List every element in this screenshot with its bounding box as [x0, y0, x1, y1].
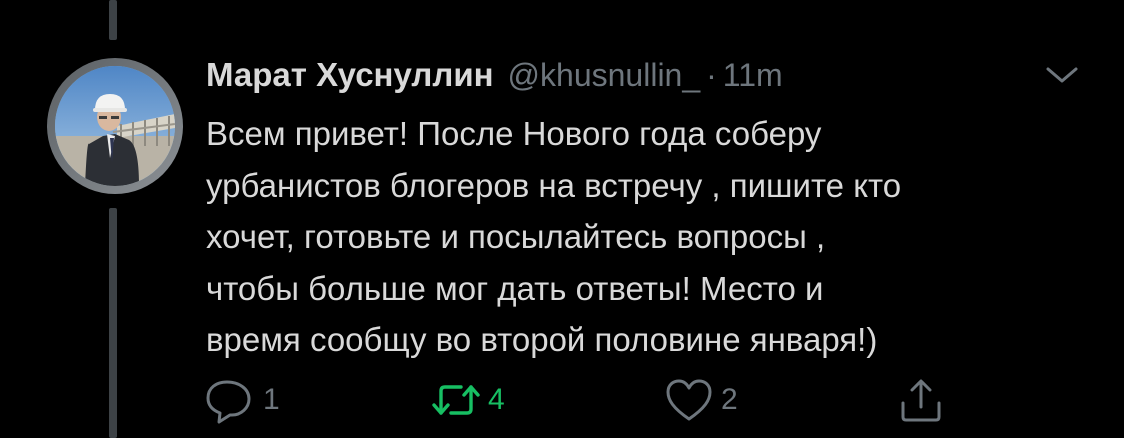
- tweet-text: Всем привет! После Нового года соберу ур…: [206, 108, 1086, 366]
- reply-count: 1: [263, 383, 280, 416]
- avatar[interactable]: [55, 66, 175, 186]
- thread-line-bottom: [109, 208, 117, 438]
- tweet-timestamp[interactable]: 11m: [723, 57, 783, 94]
- tweet-text-line: Всем привет! После Нового года соберу: [206, 115, 822, 152]
- retweet-count: 4: [488, 383, 505, 416]
- tweet-actions: 1 4 2: [205, 375, 965, 425]
- chevron-down-icon[interactable]: [1042, 64, 1082, 88]
- share-icon: [901, 379, 941, 422]
- tweet-text-line: хочет, готовьте и посылайтесь вопросы ,: [206, 218, 826, 255]
- reply-button[interactable]: 1: [205, 375, 280, 425]
- tweet-text-line: время сообщу во второй половине января!): [206, 321, 878, 358]
- author-handle[interactable]: @khusnullin_: [508, 57, 701, 94]
- reply-icon: [206, 380, 251, 424]
- like-count: 2: [721, 383, 738, 416]
- author-name[interactable]: Марат Хуснуллин: [206, 56, 494, 94]
- heart-icon: [666, 379, 712, 421]
- thread-line-top: [109, 0, 117, 40]
- retweet-icon: [432, 385, 480, 415]
- avatar-photo: [55, 66, 175, 186]
- share-button[interactable]: [895, 375, 947, 425]
- like-button[interactable]: 2: [663, 375, 738, 425]
- tweet-header: Марат Хуснуллин @khusnullin_ · 11m: [206, 56, 783, 100]
- separator-dot: ·: [706, 57, 717, 93]
- tweet-text-line: чтобы больше мог дать ответы! Место и: [206, 269, 824, 307]
- retweet-button[interactable]: 4: [430, 375, 505, 425]
- tweet-text-line: урбанистов блогеров на встречу , пишите …: [206, 166, 902, 204]
